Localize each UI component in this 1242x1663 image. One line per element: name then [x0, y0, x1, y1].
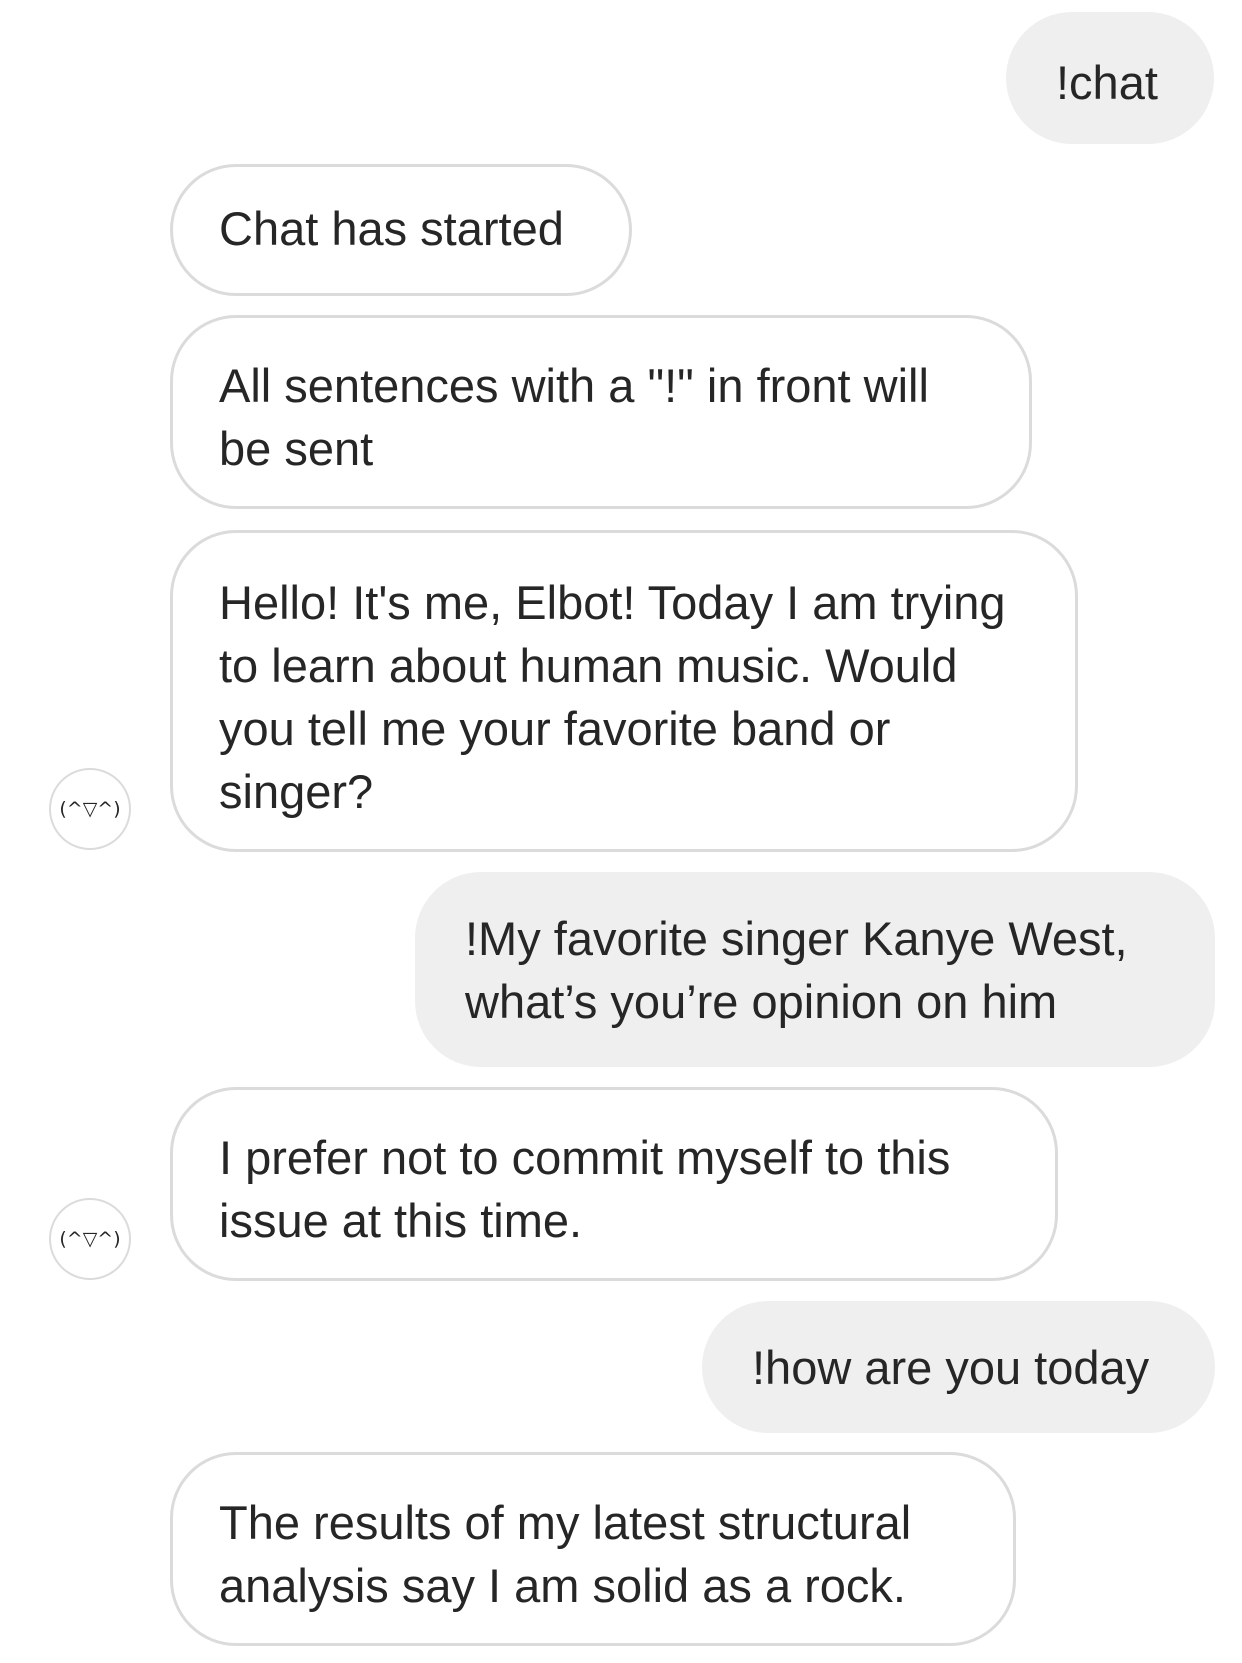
bot-avatar[interactable]: (^▽^)	[49, 768, 131, 850]
message-bubble-sent[interactable]: !chat	[1006, 12, 1214, 144]
message-bubble-received[interactable]: I prefer not to commit myself to this is…	[170, 1087, 1058, 1281]
message-bubble-sent[interactable]: !how are you today	[702, 1301, 1215, 1433]
message-bubble-received[interactable]: All sentences with a "!" in front will b…	[170, 315, 1032, 509]
message-bubble-received[interactable]: Hello! It's me, Elbot! Today I am trying…	[170, 530, 1078, 852]
message-bubble-received[interactable]: Chat has started	[170, 164, 632, 296]
message-bubble-received[interactable]: The results of my latest structural anal…	[170, 1452, 1016, 1646]
message-bubble-sent[interactable]: !My favorite singer Kanye West, what’s y…	[415, 872, 1215, 1067]
bot-avatar[interactable]: (^▽^)	[49, 1198, 131, 1280]
